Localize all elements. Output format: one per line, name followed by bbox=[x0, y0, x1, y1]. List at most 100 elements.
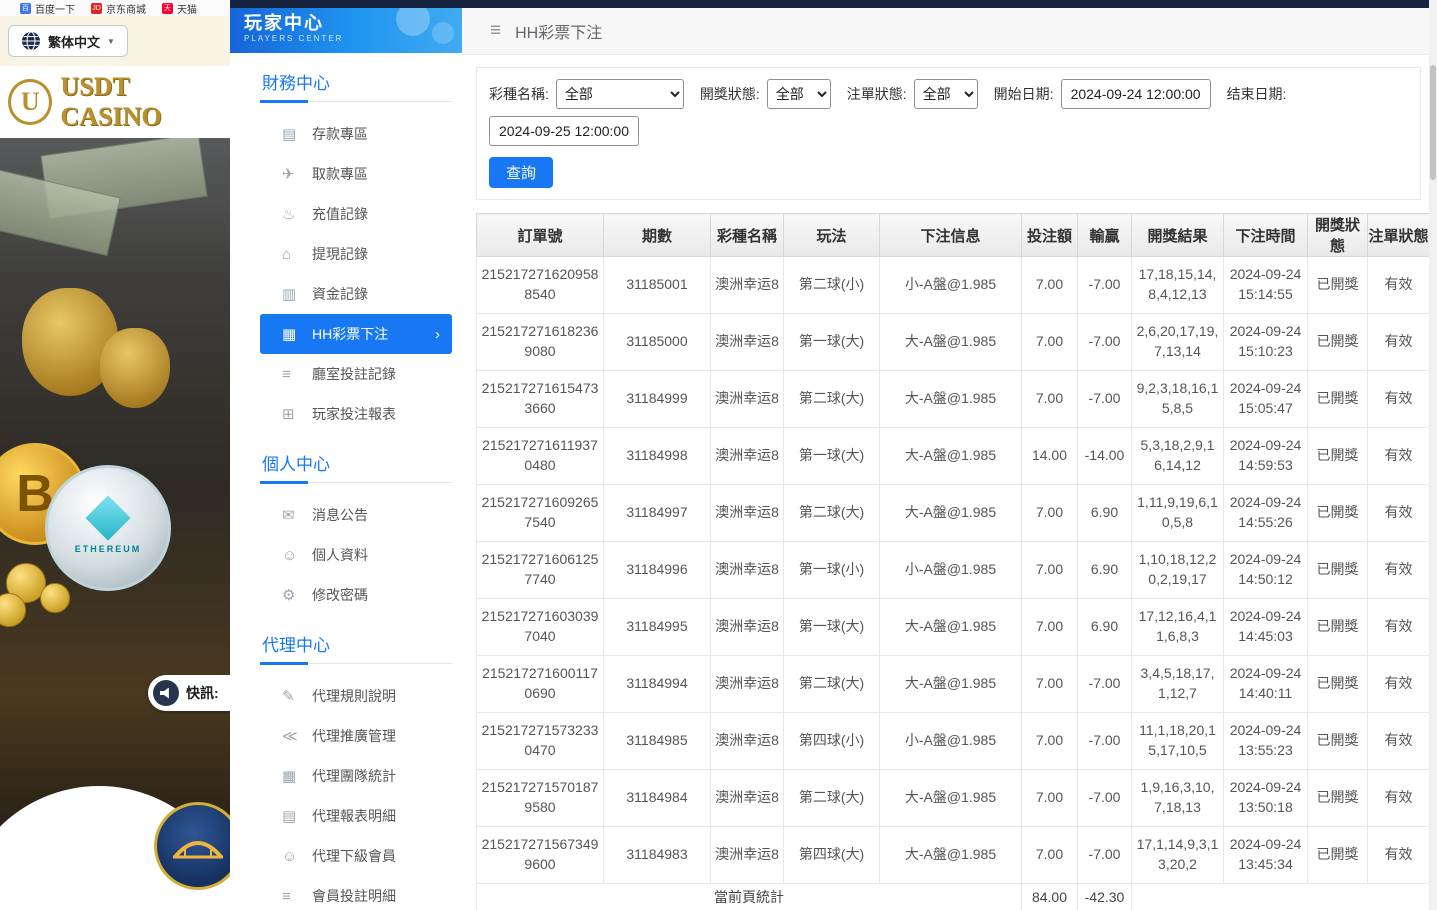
scrollbar-thumb[interactable] bbox=[1430, 65, 1436, 180]
page-title: HH彩票下注 bbox=[515, 19, 602, 43]
cell-bet_time: 2024-09-24 15:10:23 bbox=[1224, 314, 1308, 371]
cell-bet_info: 大-A盤@1.985 bbox=[880, 428, 1022, 485]
sidebar-item-label: 個人資料 bbox=[312, 545, 368, 565]
ethereum-label: ETHEREUM bbox=[75, 544, 142, 554]
cell-bet_info: 大-A盤@1.985 bbox=[880, 371, 1022, 428]
sidebar-item-agent-sub-members[interactable]: ☺代理下級會員 bbox=[260, 836, 452, 876]
table-row: 215217271573233047031184985澳洲幸运8第四球(小)小-… bbox=[477, 713, 1430, 770]
cell-play_type: 第一球(大) bbox=[784, 314, 880, 371]
cell-win_loss: -7.00 bbox=[1078, 827, 1132, 884]
end-date-input[interactable] bbox=[489, 116, 639, 146]
brand-emblem-icon: U bbox=[8, 79, 52, 125]
cell-order_status: 有效 bbox=[1368, 542, 1430, 599]
gold-bag-decoration bbox=[100, 328, 170, 408]
cell-lottery_name: 澳洲幸运8 bbox=[711, 713, 784, 770]
bookmark-tmall[interactable]: 天天猫 bbox=[162, 1, 197, 16]
cell-draw_result: 17,12,16,4,11,6,8,3 bbox=[1132, 599, 1224, 656]
chevron-down-icon: ▼ bbox=[107, 37, 115, 46]
sidebar-item-room-bet-records[interactable]: ≡廳室投註記錄 bbox=[260, 354, 452, 394]
hamburger-menu-icon[interactable]: ≡ bbox=[490, 20, 501, 42]
room-bet-record-icon: ≡ bbox=[282, 366, 312, 383]
language-label: 繁体中文 bbox=[48, 32, 100, 51]
news-ticker[interactable]: 快訊: bbox=[148, 675, 230, 711]
sidebar-item-label: 會員投註明細 bbox=[312, 886, 396, 906]
sidebar-section-title: 財務中心 bbox=[260, 53, 452, 102]
cell-order_status: 有效 bbox=[1368, 257, 1430, 314]
brand-logo[interactable]: U USDT CASINO bbox=[0, 66, 230, 138]
cell-bet_amount: 7.00 bbox=[1022, 371, 1078, 428]
sidebar-item-hh-lottery-bets[interactable]: ▦HH彩票下注› bbox=[260, 314, 452, 354]
sidebar-item-label: 消息公告 bbox=[312, 505, 368, 525]
baidu-bookmark-icon: 百 bbox=[20, 3, 31, 14]
cell-lottery_name: 澳洲幸运8 bbox=[711, 428, 784, 485]
cell-draw_status: 已開獎 bbox=[1308, 599, 1368, 656]
cell-period: 31184999 bbox=[604, 371, 711, 428]
cell-lottery_name: 澳洲幸运8 bbox=[711, 770, 784, 827]
cell-order_status: 有效 bbox=[1368, 656, 1430, 713]
order-status-filter-select[interactable]: 全部 bbox=[914, 79, 978, 109]
draw-status-filter-select[interactable]: 全部 bbox=[767, 79, 831, 109]
cell-win_loss: -14.00 bbox=[1078, 428, 1132, 485]
table-row: 215217271606125774031184996澳洲幸运8第一球(小)小-… bbox=[477, 542, 1430, 599]
cell-draw_status: 已開獎 bbox=[1308, 827, 1368, 884]
cell-bet_time: 2024-09-24 14:40:11 bbox=[1224, 656, 1308, 713]
section-title-text: 個人中心 bbox=[262, 455, 330, 474]
cell-bet_info: 大-A盤@1.985 bbox=[880, 314, 1022, 371]
search-button[interactable]: 查詢 bbox=[489, 157, 553, 188]
table-row: 215217271609265754031184997澳洲幸运8第二球(大)大-… bbox=[477, 485, 1430, 542]
sidebar-item-agent-report-detail[interactable]: ▤代理報表明細 bbox=[260, 796, 452, 836]
cell-win_loss: 6.90 bbox=[1078, 599, 1132, 656]
sidebar-item-recharge-records[interactable]: ♨充值記錄 bbox=[260, 194, 452, 234]
column-header-win_loss: 輸贏 bbox=[1078, 214, 1132, 257]
tmall-bookmark-icon: 天 bbox=[162, 3, 173, 14]
column-header-bet_time: 下注時間 bbox=[1224, 214, 1308, 257]
bottom-circle-decoration bbox=[0, 786, 230, 910]
globe-icon bbox=[21, 31, 41, 51]
sidebar-item-withdrawal-records[interactable]: ⌂提現記錄 bbox=[260, 234, 452, 274]
start-date-input[interactable] bbox=[1061, 79, 1211, 109]
sidebar-item-label: HH彩票下注 bbox=[312, 324, 388, 344]
sidebar-item-change-password[interactable]: ⚙修改密碼 bbox=[260, 575, 452, 615]
cell-bet_time: 2024-09-24 14:59:53 bbox=[1224, 428, 1308, 485]
bookmark-jd[interactable]: JD京东商城 bbox=[91, 1, 146, 16]
sidebar-item-deposit[interactable]: ▤存款專區 bbox=[260, 114, 452, 154]
cell-period: 31184997 bbox=[604, 485, 711, 542]
cell-bet_info: 大-A盤@1.985 bbox=[880, 827, 1022, 884]
column-header-order_status: 注單狀態 bbox=[1368, 214, 1430, 257]
ethereum-coin-icon: ETHEREUM bbox=[45, 465, 171, 591]
start-date-label: 開始日期: bbox=[994, 84, 1054, 104]
cell-draw_result: 1,11,9,19,6,10,5,8 bbox=[1132, 485, 1224, 542]
cell-win_loss: -7.00 bbox=[1078, 257, 1132, 314]
content-area: 彩種名稱: 全部 開獎狀態: 全部 注單狀態: 全部 開始日期: 结束日期: bbox=[462, 55, 1437, 910]
cell-bet_amount: 7.00 bbox=[1022, 713, 1078, 770]
lottery-filter-select[interactable]: 全部 bbox=[556, 79, 684, 109]
sidebar-item-agent-promotion[interactable]: ≪代理推廣管理 bbox=[260, 716, 452, 756]
sidebar-item-announcements[interactable]: ✉消息公告 bbox=[260, 495, 452, 535]
cell-draw_result: 1,10,18,12,20,2,19,17 bbox=[1132, 542, 1224, 599]
cell-lottery_name: 澳洲幸运8 bbox=[711, 257, 784, 314]
cell-bet_info: 小-A盤@1.985 bbox=[880, 257, 1022, 314]
sidebar-item-label: 修改密碼 bbox=[312, 585, 368, 605]
cell-lottery_name: 澳洲幸运8 bbox=[711, 656, 784, 713]
vertical-scrollbar[interactable] bbox=[1429, 0, 1437, 910]
sidebar-item-agent-team-stats[interactable]: ▦代理團隊統計 bbox=[260, 756, 452, 796]
sidebar-item-agent-rules[interactable]: ✎代理規則說明 bbox=[260, 676, 452, 716]
cell-draw_result: 3,4,5,18,17,1,12,7 bbox=[1132, 656, 1224, 713]
cell-draw_status: 已開獎 bbox=[1308, 428, 1368, 485]
column-header-bet_info: 下注信息 bbox=[880, 214, 1022, 257]
chevron-right-icon: › bbox=[435, 326, 440, 343]
bookmark-label: 京东商城 bbox=[106, 1, 146, 16]
sidebar-item-funds-records[interactable]: ▥資金記錄 bbox=[260, 274, 452, 314]
gold-coin-decoration bbox=[40, 583, 70, 613]
funds-record-icon: ▥ bbox=[282, 285, 312, 303]
sidebar-item-member-bet-detail[interactable]: ≡會員投註明細 bbox=[260, 876, 452, 910]
lottery-filter-label: 彩種名稱: bbox=[489, 84, 549, 104]
cell-draw_result: 11,1,18,20,15,17,10,5 bbox=[1132, 713, 1224, 770]
sidebar-item-player-bet-report[interactable]: ⊞玩家投注報表 bbox=[260, 394, 452, 434]
cell-bet_time: 2024-09-24 14:45:03 bbox=[1224, 599, 1308, 656]
sidebar-item-withdraw[interactable]: ✈取款專區 bbox=[260, 154, 452, 194]
cell-bet_time: 2024-09-24 13:45:34 bbox=[1224, 827, 1308, 884]
language-selector[interactable]: 繁体中文 ▼ bbox=[8, 25, 128, 57]
bookmark-baidu[interactable]: 百百度一下 bbox=[20, 1, 75, 16]
sidebar-item-profile[interactable]: ☺個人資料 bbox=[260, 535, 452, 575]
